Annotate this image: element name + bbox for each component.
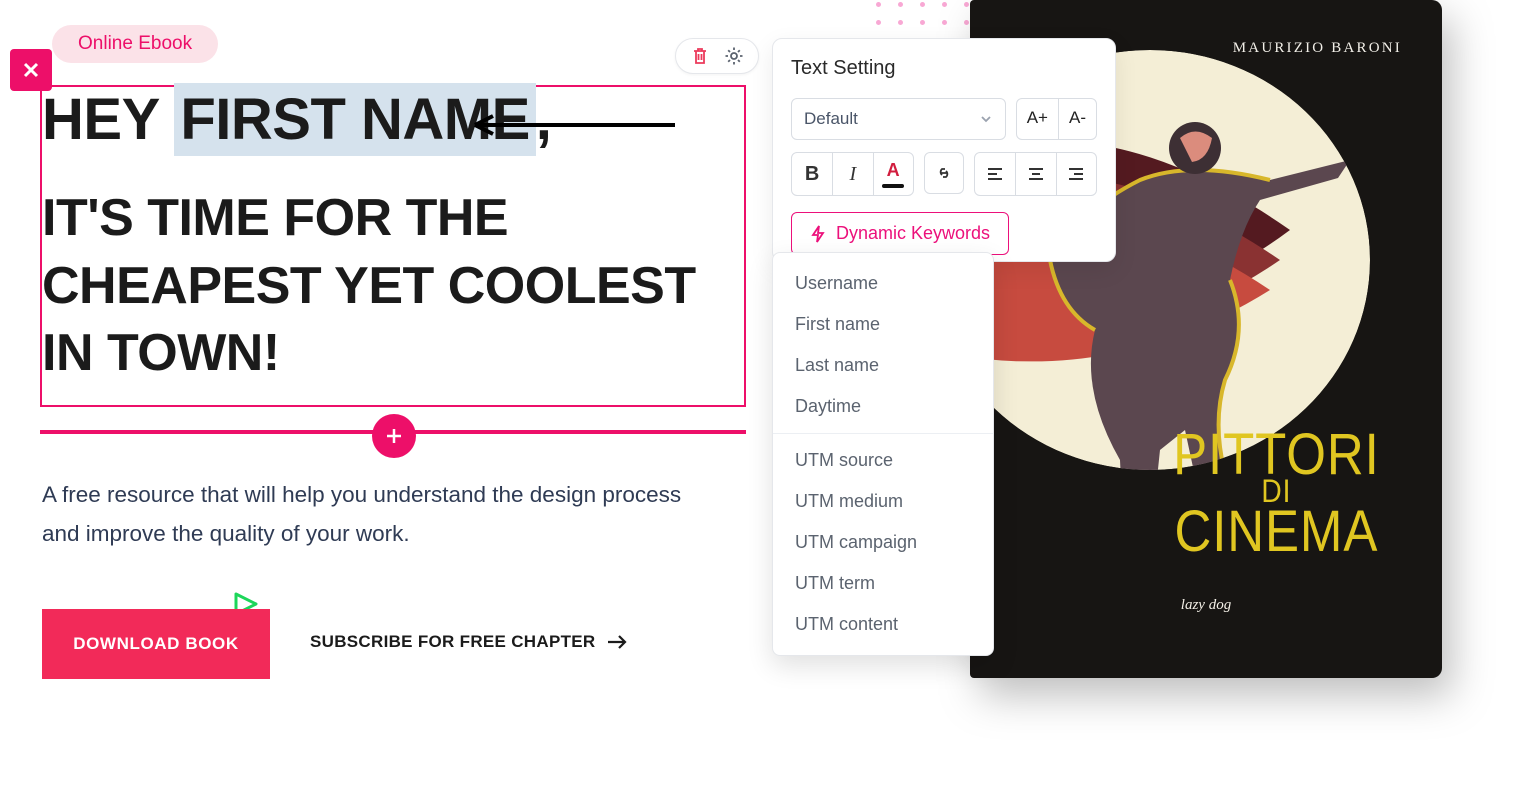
text-setting-panel: Text Setting Default A+ A- B I A Dynami bbox=[772, 38, 1116, 262]
floating-toolbar bbox=[675, 38, 759, 74]
plus-icon bbox=[384, 426, 404, 446]
gear-icon bbox=[724, 46, 744, 66]
keyword-item-first-name[interactable]: First name bbox=[773, 304, 993, 345]
book-publisher: lazy dog bbox=[970, 597, 1442, 614]
align-right-icon bbox=[1066, 164, 1086, 184]
panel-title: Text Setting bbox=[791, 57, 1097, 80]
chevron-down-icon bbox=[979, 112, 993, 126]
bold-button[interactable]: B bbox=[792, 153, 832, 195]
align-left-button[interactable] bbox=[975, 153, 1015, 195]
lightning-icon bbox=[810, 225, 826, 243]
font-select[interactable]: Default bbox=[791, 98, 1006, 140]
align-left-icon bbox=[985, 164, 1005, 184]
trash-icon bbox=[690, 46, 710, 66]
subscribe-link[interactable]: SUBSCRIBE FOR FREE CHAPTER bbox=[310, 632, 628, 652]
settings-button[interactable] bbox=[724, 46, 744, 66]
close-button[interactable] bbox=[10, 49, 52, 91]
heading-text: HEY bbox=[42, 87, 174, 152]
arrow-right-icon bbox=[606, 634, 628, 650]
annotation-arrow-1 bbox=[465, 112, 685, 143]
keyword-item-last-name[interactable]: Last name bbox=[773, 345, 993, 386]
italic-button[interactable]: I bbox=[832, 153, 872, 195]
keyword-item-utm-content[interactable]: UTM content bbox=[773, 604, 993, 645]
description-paragraph[interactable]: A free resource that will help you under… bbox=[42, 475, 702, 554]
add-element-button[interactable] bbox=[372, 414, 416, 458]
link-icon bbox=[934, 163, 954, 183]
format-group: B I A bbox=[791, 152, 914, 196]
dynamic-keywords-dropdown: Username First name Last name Daytime UT… bbox=[772, 252, 994, 656]
color-button[interactable]: A bbox=[873, 153, 913, 195]
dropdown-separator bbox=[773, 433, 993, 434]
align-center-icon bbox=[1026, 164, 1046, 184]
heading-line-2: IT'S TIME FOR THE CHEAPEST YET COOLEST I… bbox=[42, 185, 744, 388]
dynamic-keywords-button[interactable]: Dynamic Keywords bbox=[791, 212, 1009, 255]
align-right-button[interactable] bbox=[1056, 153, 1096, 195]
font-size-decrease[interactable]: A- bbox=[1058, 99, 1096, 139]
align-group bbox=[974, 152, 1097, 196]
font-size-increase[interactable]: A+ bbox=[1017, 99, 1058, 139]
keyword-item-daytime[interactable]: Daytime bbox=[773, 386, 993, 427]
font-select-value: Default bbox=[804, 109, 858, 129]
link-button[interactable] bbox=[924, 152, 964, 194]
keyword-item-utm-term[interactable]: UTM term bbox=[773, 563, 993, 604]
keyword-item-utm-campaign[interactable]: UTM campaign bbox=[773, 522, 993, 563]
align-center-button[interactable] bbox=[1015, 153, 1055, 195]
subscribe-label: SUBSCRIBE FOR FREE CHAPTER bbox=[310, 632, 596, 652]
keyword-item-utm-medium[interactable]: UTM medium bbox=[773, 481, 993, 522]
font-size-group: A+ A- bbox=[1016, 98, 1097, 140]
keyword-item-utm-source[interactable]: UTM source bbox=[773, 440, 993, 481]
dynamic-keywords-label: Dynamic Keywords bbox=[836, 223, 990, 244]
delete-button[interactable] bbox=[690, 46, 710, 66]
category-tag: Online Ebook bbox=[52, 25, 218, 63]
keyword-item-username[interactable]: Username bbox=[773, 263, 993, 304]
download-button[interactable]: DOWNLOAD BOOK bbox=[42, 609, 270, 679]
close-icon bbox=[22, 61, 40, 79]
book-title: PITTORI DI CINEMA bbox=[1173, 428, 1380, 558]
